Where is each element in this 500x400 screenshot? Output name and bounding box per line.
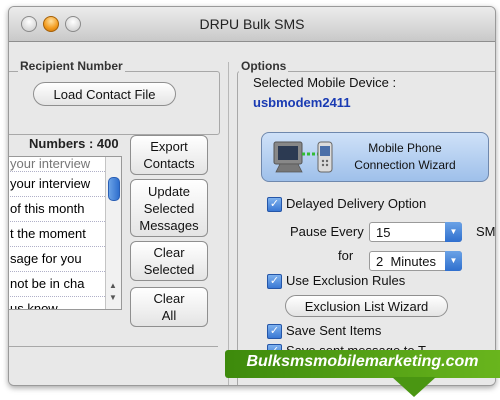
banner-text: Bulksmsmobilemarketing.com [246,353,479,370]
scroll-up-arrow-icon[interactable]: ▲ [109,281,117,290]
title-bar: DRPU Bulk SMS [9,7,495,42]
export-contacts-button[interactable]: Export Contacts [130,135,208,175]
exclusion-list-wizard-button[interactable]: Exclusion List Wizard [285,295,448,317]
mobile-phone-connection-icon [273,141,333,173]
exclusion-rules-checkbox[interactable]: ✓ [267,274,282,289]
update-label-3: Messages [139,217,199,233]
exclusion-rules-label: Use Exclusion Rules [286,273,406,288]
export-contacts-label-1: Export [150,139,188,154]
pause-every-value: 15 [376,225,391,240]
clear-selected-label-2: Selected [143,262,195,277]
list-lower-panel [9,346,218,385]
update-label-2: Selected [143,200,195,216]
numbers-header: Numbers : 400 [27,136,121,151]
promo-banner: Bulksmsmobilemarketing.com [225,350,500,378]
export-contacts-label-2: Contacts [143,156,195,171]
update-label-1: Update [148,183,190,199]
load-contact-file-button[interactable]: Load Contact File [33,82,176,106]
delayed-delivery-label: Delayed Delivery Option [286,196,427,211]
scrollbar-thumb[interactable] [108,177,120,201]
clear-all-label-2: All [161,308,177,323]
clear-selected-button[interactable]: Clear Selected [130,241,208,281]
wizard-label-2: Connection Wizard [354,158,456,172]
pause-every-label: Pause Every [290,224,364,239]
delayed-delivery-checkbox[interactable]: ✓ [267,197,282,212]
banner-arrow-icon [392,377,436,397]
pause-every-select[interactable]: 15 ▼ [369,222,462,242]
selected-device-label: Selected Mobile Device : [253,75,397,90]
clear-all-label-1: Clear [153,291,185,306]
clear-selected-label-1: Clear [153,245,185,260]
app-window: DRPU Bulk SMS Recipient Number Load Cont… [8,6,496,386]
save-sent-items-checkbox[interactable]: ✓ [267,324,282,339]
pause-suffix-label: SM [476,224,496,239]
connection-wizard-button[interactable]: Mobile Phone Connection Wizard [261,132,489,182]
scroll-down-arrow-icon[interactable]: ▼ [109,293,117,302]
for-label: for [338,248,354,263]
numbers-list[interactable]: your interview your interview of this mo… [9,156,122,310]
window-title: DRPU Bulk SMS [199,16,305,32]
selected-device-value: usbmodem2411 [253,95,351,110]
duration-select[interactable]: 2 Minutes ▼ [369,251,462,271]
panel-divider [228,62,229,385]
numbers-scrollbar[interactable]: ▲ ▼ [105,157,121,309]
save-sent-items-label: Save Sent Items [286,323,382,338]
clear-all-button[interactable]: Clear All [130,287,208,327]
duration-value: 2 Minutes [376,254,436,269]
update-selected-messages-button[interactable]: Update Selected Messages [130,179,208,237]
dropdown-arrow-icon: ▼ [445,222,462,242]
recipient-section-label: Recipient Number [18,59,125,73]
dropdown-arrow-icon: ▼ [445,251,462,271]
options-section-label: Options [239,59,289,73]
main-content: Recipient Number Load Contact File Numbe… [9,42,495,385]
wizard-label-1: Mobile Phone [368,141,442,155]
